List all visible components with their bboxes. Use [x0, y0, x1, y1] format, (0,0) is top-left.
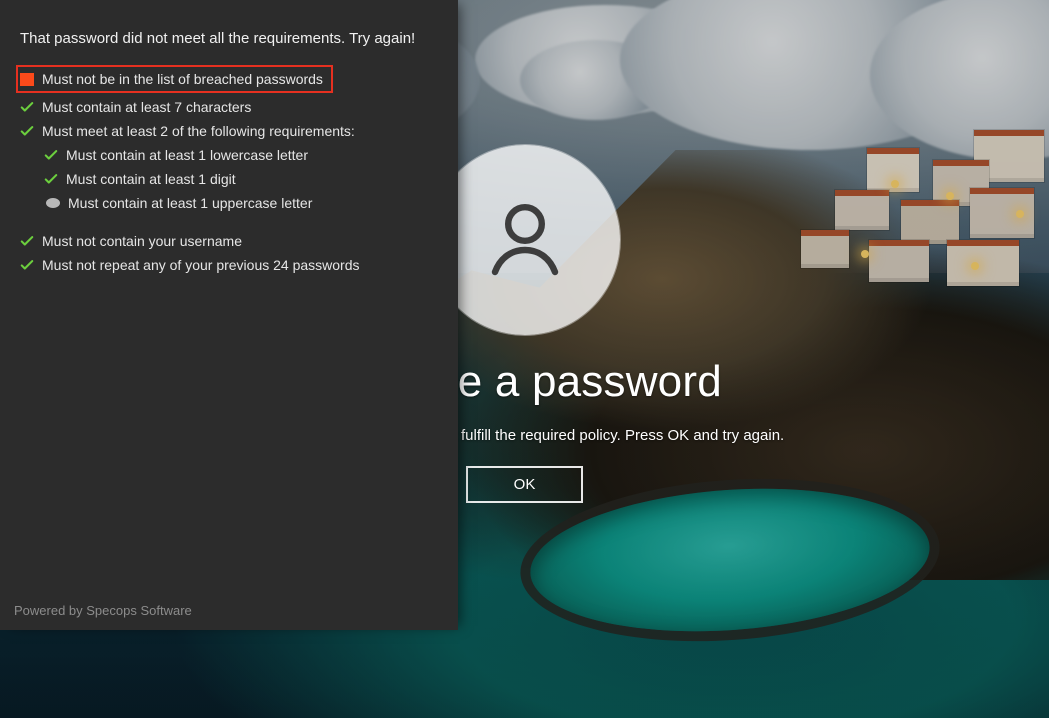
check-icon — [20, 258, 34, 272]
rule-text: Must not contain your username — [42, 231, 242, 251]
rule-no-username: Must not contain your username — [20, 231, 442, 251]
rule-lowercase: Must contain at least 1 lowercase letter — [20, 145, 442, 165]
rule-text: Must contain at least 1 lowercase letter — [66, 145, 308, 165]
check-icon — [20, 124, 34, 138]
rule-text: Must contain at least 1 digit — [66, 169, 236, 189]
rule-min-length: Must contain at least 7 characters — [20, 97, 442, 117]
check-icon — [44, 172, 58, 186]
rule-digit: Must contain at least 1 digit — [20, 169, 442, 189]
check-icon — [20, 100, 34, 114]
check-icon — [44, 148, 58, 162]
rule-breached-password: Must not be in the list of breached pass… — [16, 65, 333, 93]
neutral-dot-icon — [46, 198, 60, 208]
check-icon — [20, 234, 34, 248]
rule-text: Must not repeat any of your previous 24 … — [42, 255, 360, 275]
ok-button[interactable]: OK — [466, 466, 584, 503]
rule-uppercase: Must contain at least 1 uppercase letter — [20, 193, 442, 213]
panel-footer: Powered by Specops Software — [14, 603, 192, 618]
user-avatar — [430, 145, 620, 335]
rule-text: Must contain at least 1 uppercase letter — [68, 193, 312, 213]
user-icon — [477, 192, 573, 288]
password-requirements-panel: That password did not meet all the requi… — [0, 0, 458, 630]
rule-two-of-following: Must meet at least 2 of the following re… — [20, 121, 442, 141]
fail-icon — [20, 73, 34, 86]
rule-password-history: Must not repeat any of your previous 24 … — [20, 255, 442, 275]
rule-text: Must meet at least 2 of the following re… — [42, 121, 355, 141]
requirements-heading: That password did not meet all the requi… — [20, 30, 442, 47]
rule-text: Must contain at least 7 characters — [42, 97, 251, 117]
rule-text: Must not be in the list of breached pass… — [42, 69, 323, 89]
